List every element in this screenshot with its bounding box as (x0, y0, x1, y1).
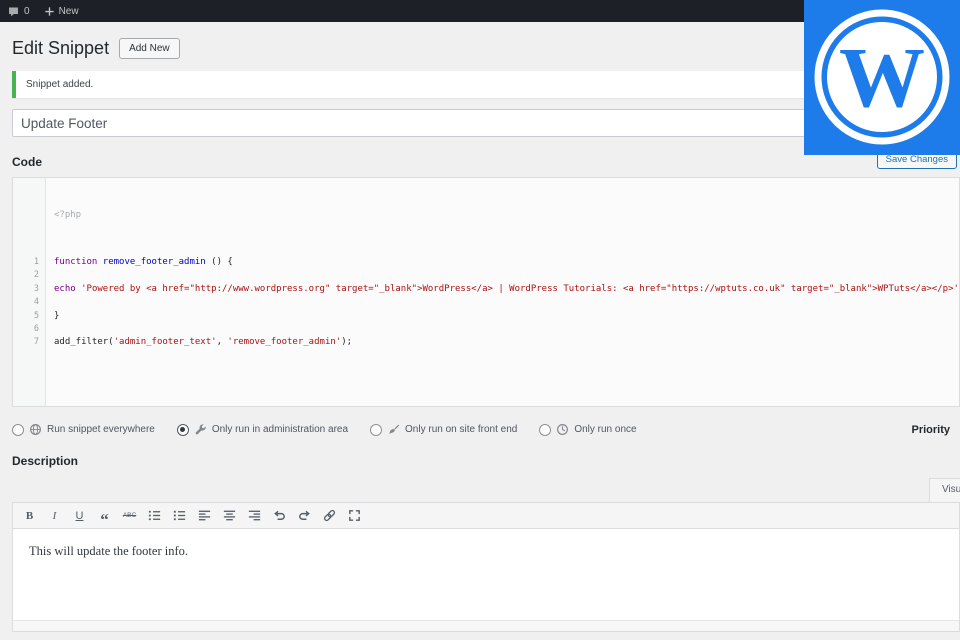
edit-snippet-page: { "admin_bar": { "comments_count": "0", … (0, 0, 960, 640)
undo-icon[interactable] (268, 505, 291, 526)
editor-main: B I U “ ABC This will update the footer … (12, 502, 960, 632)
description-section-label: Description (12, 454, 79, 468)
code-line-content: } (54, 310, 60, 321)
scope-option[interactable]: Only run once (539, 423, 637, 436)
align-right-icon[interactable] (243, 505, 266, 526)
scope-option-label: Only run in administration area (211, 424, 349, 435)
line-number: 4 (33, 297, 39, 308)
code-line-content: echo 'Powered by <a href="http://www.wor… (54, 283, 959, 294)
radio-run-once[interactable] (539, 423, 552, 436)
scope-option-label: Only run once (574, 424, 637, 435)
redo-icon[interactable] (293, 505, 316, 526)
line-number: 1 (33, 257, 39, 268)
tab-visual[interactable]: Visual (928, 478, 960, 502)
w-circle-logo: W (814, 9, 950, 145)
fullscreen-icon[interactable] (343, 505, 366, 526)
code-lines: 1 function remove_footer_admin () { 2 3 echo… (13, 256, 959, 350)
underline-icon[interactable]: U (68, 505, 91, 526)
comments-count: 0 (24, 5, 30, 17)
editor-tab-row: Visual (12, 476, 960, 502)
scope-option[interactable]: Only run in administration area (176, 423, 349, 436)
align-center-icon[interactable] (218, 505, 241, 526)
description-editor: Visual B I U “ ABC (12, 476, 960, 632)
code-line[interactable]: 1 function remove_footer_admin () { (13, 256, 959, 269)
bold-icon[interactable]: B (18, 505, 41, 526)
admin-bar-comments[interactable]: 0 (7, 5, 30, 18)
numbered-list-icon[interactable] (168, 505, 191, 526)
line-number: 3 (33, 283, 39, 294)
watermark-letter: W (839, 29, 925, 125)
code-line[interactable]: 7 add_filter('admin_footer_text', 'remove… (13, 336, 959, 349)
watermark-logo: W (804, 0, 960, 155)
editor-toolbar: B I U “ ABC (13, 503, 959, 529)
description-text: This will update the footer info. (29, 544, 188, 558)
comments-icon (9, 6, 18, 16)
wrench-icon (194, 423, 207, 436)
code-line[interactable]: 2 (13, 269, 959, 282)
bullet-list-icon[interactable] (143, 505, 166, 526)
code-editor[interactable]: <?php 1 function remove_footer_admin () {… (12, 177, 960, 407)
strikethrough-icon[interactable]: ABC (118, 505, 141, 526)
plus-icon (44, 6, 54, 16)
code-line[interactable]: 3 echo 'Powered by <a href="http://www.wo… (13, 283, 959, 296)
scope-option[interactable]: Only run on site front end (370, 423, 517, 436)
php-open-tag: <?php (54, 209, 82, 220)
admin-bar-new[interactable]: New (44, 6, 79, 17)
editor-statusbar (13, 620, 959, 631)
code-line[interactable]: 6 (13, 323, 959, 336)
radio-everywhere[interactable] (12, 423, 24, 436)
globe-icon (29, 423, 42, 436)
line-number: 5 (33, 310, 39, 321)
clock-icon (556, 423, 569, 436)
scope-option-label: Run snippet everywhere (47, 424, 155, 435)
italic-icon[interactable]: I (43, 505, 66, 526)
radio-front-end[interactable] (370, 423, 383, 436)
align-left-icon[interactable] (193, 505, 216, 526)
code-line[interactable]: 4 (13, 296, 959, 309)
scope-option-label: Only run on site front end (405, 424, 518, 435)
code-section-label: Code (12, 155, 42, 169)
code-line-content: function remove_footer_admin () { (54, 257, 233, 268)
add-new-button[interactable]: Add New (119, 37, 180, 59)
page-title: Edit Snippet (12, 38, 110, 58)
brush-icon (387, 423, 400, 436)
link-icon[interactable] (318, 505, 341, 526)
blockquote-icon[interactable]: “ (93, 505, 116, 528)
line-number: 6 (33, 323, 39, 334)
code-line[interactable]: 5} (13, 310, 959, 323)
radio-admin-area[interactable] (176, 423, 189, 436)
line-number: 7 (33, 337, 39, 348)
line-number: 2 (33, 270, 39, 281)
notice-message: Snippet added. (26, 79, 94, 90)
description-content[interactable]: This will update the footer info. (13, 529, 959, 620)
code-area: <?php 1 function remove_footer_admin () {… (13, 178, 959, 377)
scope-option[interactable]: Run snippet everywhere (12, 423, 155, 436)
priority-label: Priority (911, 423, 950, 436)
new-button-label: New (58, 5, 79, 17)
code-line-content: add_filter('admin_footer_text', 'remove_… (54, 337, 353, 348)
scope-options-row: Run snippet everywhere Only run in admin… (12, 423, 960, 436)
